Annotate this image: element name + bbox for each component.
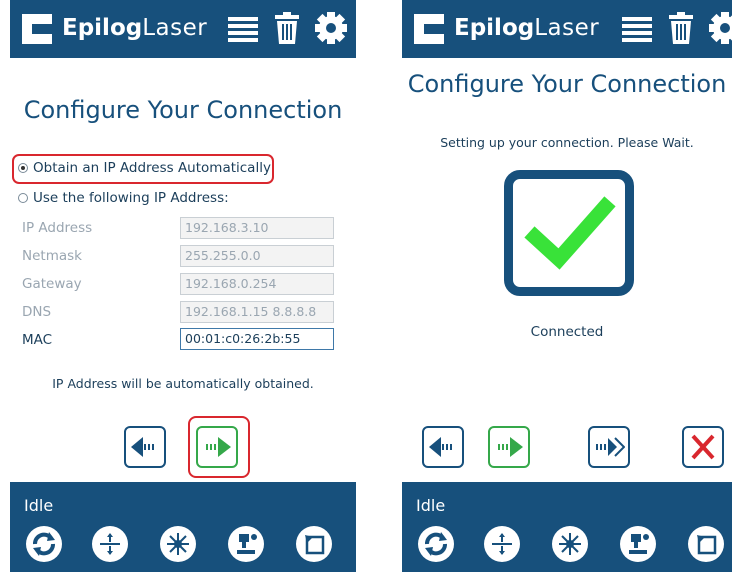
back-arrow-icon xyxy=(131,437,154,457)
radio-unselected-icon xyxy=(18,193,28,203)
radio-auto-ip[interactable]: Obtain an IP Address Automatically xyxy=(18,160,271,176)
gear-icon[interactable] xyxy=(708,11,732,45)
next-button[interactable] xyxy=(488,426,530,468)
connection-status: Connected xyxy=(530,324,604,340)
next-arrow-icon xyxy=(206,437,231,457)
back-button[interactable] xyxy=(124,426,166,468)
focus-button[interactable] xyxy=(228,526,264,562)
netmask-field[interactable]: 255.255.0.0 xyxy=(180,245,334,267)
gateway-label: Gateway xyxy=(22,276,82,292)
status-bar: Idle xyxy=(10,482,356,572)
jog-button[interactable] xyxy=(92,526,128,562)
refresh-icon xyxy=(33,532,55,556)
configure-screen-manual: EpilogLaser Configure Your Connection Ob… xyxy=(10,0,356,572)
focus-icon xyxy=(237,534,257,554)
radio-auto-ip-label: Obtain an IP Address Automatically xyxy=(33,160,271,176)
page-title: Configure Your Connection xyxy=(407,70,727,98)
jog-button[interactable] xyxy=(484,526,520,562)
mac-field[interactable]: 00:01:c0:26:2b:55 xyxy=(180,328,334,350)
focus-button[interactable] xyxy=(620,526,656,562)
radio-manual-ip-label: Use the following IP Address: xyxy=(33,190,229,206)
laser-icon xyxy=(167,533,189,555)
gateway-field[interactable]: 192.168.0.254 xyxy=(180,273,334,295)
cancel-button[interactable] xyxy=(682,426,724,468)
radio-manual-ip[interactable]: Use the following IP Address: xyxy=(18,190,229,206)
laser-icon xyxy=(559,533,581,555)
refresh-button[interactable] xyxy=(418,526,454,562)
trash-icon[interactable] xyxy=(666,11,696,45)
configure-screen-connected: EpilogLaser Configure Your Connection Se… xyxy=(402,0,732,572)
refresh-button[interactable] xyxy=(26,526,62,562)
next-button[interactable] xyxy=(196,426,238,468)
brand-logo: EpilogLaser xyxy=(62,15,208,41)
laser-button[interactable] xyxy=(552,526,588,562)
home-icon xyxy=(305,535,325,555)
page-title: Configure Your Connection xyxy=(23,96,343,124)
ip-address-field[interactable]: 192.168.3.10 xyxy=(180,217,334,239)
back-button[interactable] xyxy=(422,426,464,468)
brand-logo: EpilogLaser xyxy=(454,15,600,41)
gear-icon[interactable] xyxy=(314,11,348,45)
skip-button[interactable] xyxy=(588,426,630,468)
netmask-label: Netmask xyxy=(22,248,82,264)
dns-label: DNS xyxy=(22,304,52,320)
home-button[interactable] xyxy=(688,526,724,562)
epilog-logo-icon xyxy=(22,14,52,44)
top-bar: EpilogLaser xyxy=(10,0,356,58)
list-icon[interactable] xyxy=(620,11,654,45)
trash-icon[interactable] xyxy=(272,11,302,45)
skip-arrow-icon xyxy=(596,437,625,457)
back-arrow-icon xyxy=(429,437,452,457)
checkmark-icon xyxy=(524,196,616,270)
ip-address-label: IP Address xyxy=(22,220,93,236)
focus-icon xyxy=(629,534,649,554)
close-x-icon xyxy=(691,434,715,460)
jog-icon xyxy=(100,533,120,555)
epilog-logo-icon xyxy=(414,14,444,44)
setup-progress-text: Setting up your connection. Please Wait. xyxy=(440,135,694,150)
radio-selected-icon xyxy=(18,163,28,173)
list-icon[interactable] xyxy=(226,11,260,45)
auto-ip-note: IP Address will be automatically obtaine… xyxy=(52,376,314,391)
refresh-icon xyxy=(425,532,447,556)
home-icon xyxy=(697,535,717,555)
mac-label: MAC xyxy=(22,332,53,348)
dns-field[interactable]: 192.168.1.15 8.8.8.8 xyxy=(180,301,334,323)
status-bar: Idle xyxy=(402,482,732,572)
next-arrow-icon xyxy=(498,437,523,457)
laser-button[interactable] xyxy=(160,526,196,562)
jog-icon xyxy=(492,533,512,555)
home-button[interactable] xyxy=(296,526,332,562)
machine-status: Idle xyxy=(24,496,54,515)
connection-success-indicator xyxy=(504,170,634,296)
machine-status: Idle xyxy=(416,496,446,515)
top-bar: EpilogLaser xyxy=(402,0,732,58)
